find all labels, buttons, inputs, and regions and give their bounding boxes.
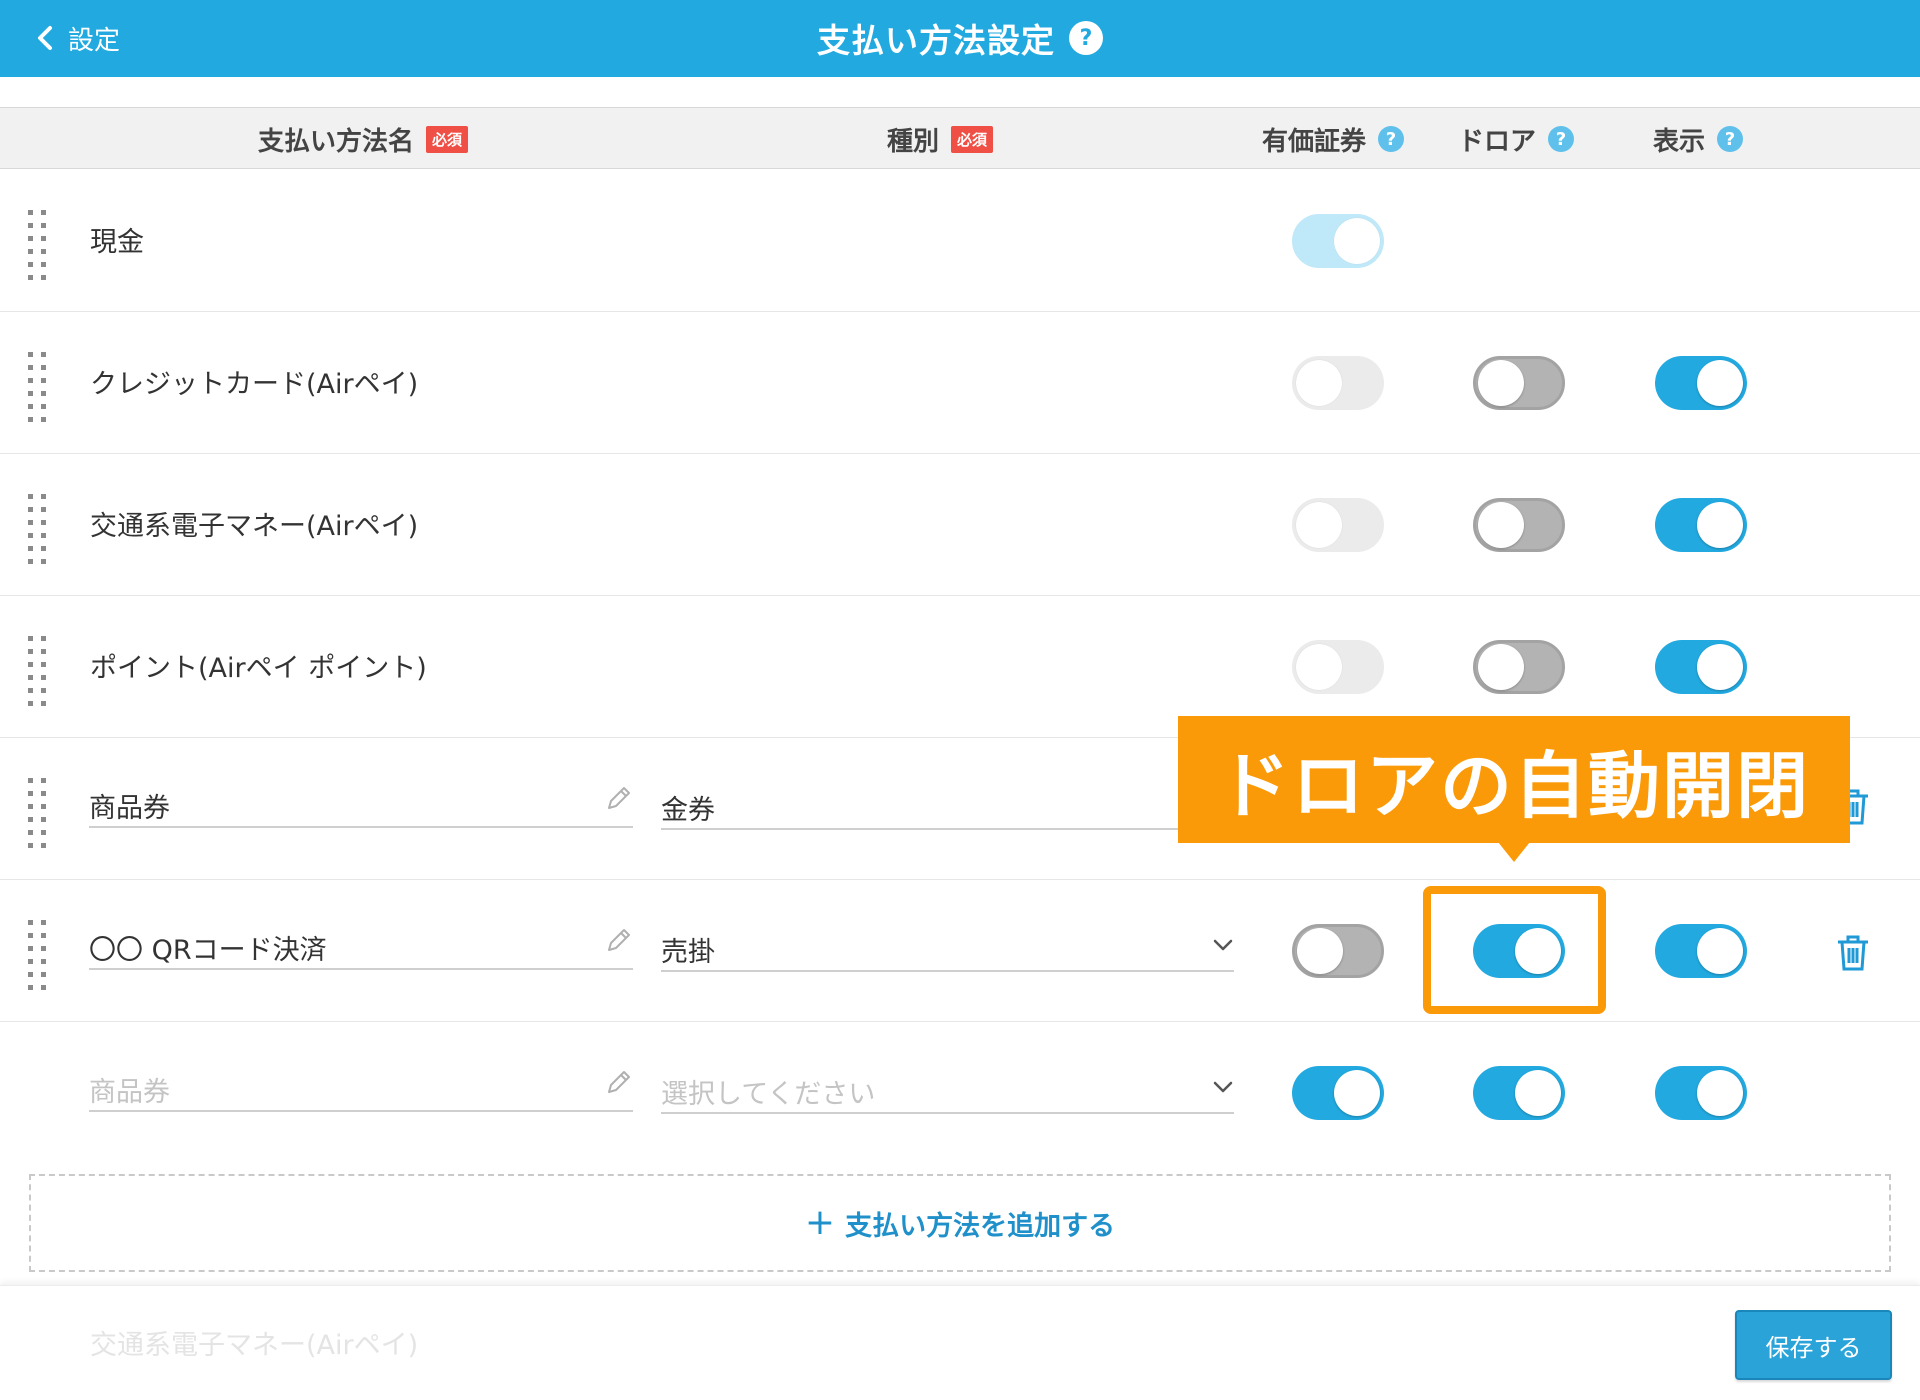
payment-name-placeholder: 商品券 [89,1077,170,1108]
column-display-label: 表示 [1653,126,1706,157]
chevron-down-icon [1213,939,1233,951]
save-button[interactable]: 保存する [1735,1310,1892,1380]
column-drawer-label: ドロア [1458,126,1537,157]
column-name-label: 支払い方法名 [258,126,415,157]
drawer-toggle[interactable] [1473,1066,1565,1120]
help-icon[interactable]: ? [1069,21,1103,55]
drawer-callout: ドロアの自動開閉 [1178,716,1850,843]
column-header: 支払い方法名 必須 種別 必須 有価証券 ? ドロア ? 表示 ? [0,107,1920,169]
table-row: クレジットカード(Airペイ) [0,312,1920,454]
display-toggle[interactable] [1655,1066,1747,1120]
securities-toggle [1292,214,1384,268]
drag-handle-icon[interactable] [28,494,46,566]
page-title: 支払い方法設定 [817,21,1055,60]
column-display: 表示 ? [1653,108,1744,170]
table-row: 商品券 選択してください [0,1022,1920,1164]
payment-name-input[interactable]: 商品券 [89,776,633,828]
securities-toggle [1292,498,1384,552]
drag-handle-icon[interactable] [28,636,46,708]
chevron-down-icon [1213,1081,1233,1093]
drag-handle-icon[interactable] [28,210,46,282]
table-row: 現金 [0,170,1920,312]
pencil-icon [608,787,630,809]
column-securities: 有価証券 ? [1262,108,1405,170]
drawer-toggle[interactable] [1473,356,1565,410]
help-icon[interactable]: ? [1548,126,1575,152]
help-icon[interactable]: ? [1378,126,1405,152]
help-icon[interactable]: ? [1717,126,1744,152]
drawer-toggle[interactable] [1473,924,1565,978]
type-select[interactable]: 選択してください [661,1062,1234,1114]
display-toggle[interactable] [1655,356,1747,410]
securities-toggle[interactable] [1292,924,1384,978]
display-toggle[interactable] [1655,924,1747,978]
header-bar: 設定 支払い方法設定 ? [0,0,1920,77]
callout-pointer [1498,842,1530,862]
scrolled-row-ghost: 交通系電子マネー(Airペイ) [90,1330,419,1361]
display-toggle[interactable] [1655,498,1747,552]
drag-handle-icon[interactable] [28,920,46,992]
pencil-icon [608,929,630,951]
type-placeholder: 選択してください [661,1079,876,1110]
header-title-group: 支払い方法設定 ? [0,14,1920,62]
payment-name: ポイント(Airペイ ポイント) [90,653,427,684]
payment-name-value: 商品券 [89,793,170,824]
add-payment-method-label: 支払い方法を追加する [845,1210,1116,1242]
add-payment-method-button[interactable]: + 支払い方法を追加する [29,1174,1891,1272]
payment-name: 現金 [90,227,144,258]
payment-name-value: 〇〇 QRコード決済 [89,935,327,966]
drawer-toggle[interactable] [1473,498,1565,552]
securities-toggle [1292,640,1384,694]
securities-toggle[interactable] [1292,1066,1384,1120]
table-row: 交通系電子マネー(Airペイ) [0,454,1920,596]
column-type: 種別 必須 [887,108,994,170]
type-value: 売掛 [661,937,715,968]
pencil-icon [608,1071,630,1093]
trash-icon[interactable] [1836,934,1870,972]
column-name: 支払い方法名 必須 [258,108,469,170]
drag-handle-icon[interactable] [28,352,46,424]
payment-name-input[interactable]: 〇〇 QRコード決済 [89,918,633,970]
type-select[interactable]: 売掛 [661,920,1234,972]
required-badge: 必須 [426,125,469,153]
column-type-label: 種別 [887,126,940,157]
payment-name: クレジットカード(Airペイ) [90,369,419,400]
type-value: 金券 [661,795,715,826]
table-row: 〇〇 QRコード決済 売掛 [0,880,1920,1022]
column-securities-label: 有価証券 [1262,126,1367,157]
column-drawer: ドロア ? [1458,108,1575,170]
display-toggle[interactable] [1655,640,1747,694]
drawer-toggle[interactable] [1473,640,1565,694]
securities-toggle [1292,356,1384,410]
plus-icon: + [804,1202,836,1243]
required-badge: 必須 [951,125,994,153]
drag-handle-icon[interactable] [28,778,46,850]
payment-name-input[interactable]: 商品券 [89,1060,633,1112]
payment-name: 交通系電子マネー(Airペイ) [90,511,419,542]
type-select[interactable]: 金券 [661,778,1234,830]
